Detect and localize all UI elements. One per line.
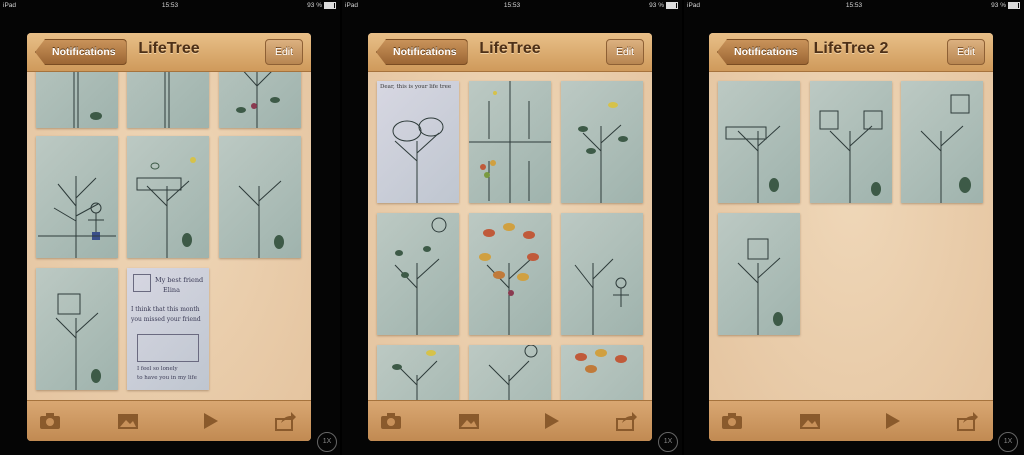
screen-1: iPad 15:53 93 % Notifications LifeTree E… bbox=[0, 0, 340, 455]
note-line: I feel so lonely bbox=[137, 366, 178, 372]
photo-thumbnail[interactable] bbox=[36, 136, 118, 258]
play-icon[interactable] bbox=[540, 411, 562, 431]
bottom-toolbar bbox=[27, 400, 311, 441]
navigation-bar: Notifications LifeTree Edit bbox=[368, 33, 652, 72]
edit-button[interactable]: Edit bbox=[265, 39, 303, 65]
photo-thumbnail[interactable]: Dear, this is your life tree bbox=[377, 81, 459, 203]
bottom-toolbar bbox=[368, 400, 652, 441]
screen-3: iPad 15:53 93 % Notifications LifeTree 2… bbox=[684, 0, 1024, 455]
clock: 15:53 bbox=[845, 2, 863, 9]
photo-thumbnail[interactable] bbox=[718, 213, 800, 335]
photo-thumbnail[interactable] bbox=[469, 345, 551, 401]
app-window: Notifications LifeTree Edit Dear, this i… bbox=[368, 33, 652, 441]
zoom-button[interactable]: 1X bbox=[317, 432, 337, 452]
photo-thumbnail[interactable] bbox=[219, 72, 301, 128]
camera-icon[interactable] bbox=[380, 411, 402, 431]
photo-thumbnail[interactable] bbox=[718, 81, 800, 203]
battery-icon bbox=[324, 1, 336, 9]
battery-percent: 93 % bbox=[307, 2, 322, 9]
app-window: Notifications LifeTree 2 Edit bbox=[709, 33, 993, 441]
hands-drawing bbox=[137, 334, 199, 362]
screen-2: iPad 15:53 93 % Notifications LifeTree E… bbox=[342, 0, 682, 455]
note-line: My best friend bbox=[155, 276, 204, 284]
camera-icon[interactable] bbox=[721, 411, 743, 431]
photo-thumbnail[interactable] bbox=[127, 136, 209, 258]
photo-thumbnail[interactable] bbox=[561, 213, 643, 335]
photo-thumbnail[interactable] bbox=[219, 136, 301, 258]
clock: 15:53 bbox=[503, 2, 521, 9]
photo-thumbnail[interactable] bbox=[561, 81, 643, 203]
battery-icon bbox=[1008, 1, 1020, 9]
photo-thumbnail[interactable] bbox=[810, 81, 892, 203]
photo-grid: Dear, this is your life tree bbox=[368, 72, 652, 401]
photo-thumbnail[interactable] bbox=[36, 268, 118, 390]
edit-button[interactable]: Edit bbox=[606, 39, 644, 65]
share-icon[interactable] bbox=[957, 411, 979, 431]
battery-indicator: 93 % bbox=[649, 0, 678, 12]
photo-thumbnail[interactable] bbox=[127, 72, 209, 128]
photo-thumbnail[interactable] bbox=[469, 81, 551, 203]
edit-button[interactable]: Edit bbox=[947, 39, 985, 65]
photo-frame-icon bbox=[133, 274, 151, 292]
note-line: you missed your friend bbox=[131, 316, 201, 323]
clock: 15:53 bbox=[161, 2, 179, 9]
message-thumbnail[interactable]: My best friend Elina I think that this m… bbox=[127, 268, 209, 390]
photo-thumbnail[interactable] bbox=[36, 72, 118, 128]
bottom-toolbar bbox=[709, 400, 993, 441]
battery-percent: 93 % bbox=[991, 2, 1006, 9]
photo-thumbnail[interactable] bbox=[901, 81, 983, 203]
play-icon[interactable] bbox=[199, 411, 221, 431]
play-icon[interactable] bbox=[881, 411, 903, 431]
photo-thumbnail[interactable] bbox=[377, 345, 459, 401]
app-window: Notifications LifeTree Edit My best frie… bbox=[27, 33, 311, 441]
photo-thumbnail[interactable] bbox=[561, 345, 643, 401]
photo-thumbnail[interactable] bbox=[469, 213, 551, 335]
navigation-bar: Notifications LifeTree Edit bbox=[27, 33, 311, 72]
status-bar: iPad 15:53 93 % bbox=[342, 0, 682, 12]
battery-indicator: 93 % bbox=[307, 0, 336, 12]
photo-icon[interactable] bbox=[458, 411, 480, 431]
battery-icon bbox=[666, 1, 678, 9]
photo-icon[interactable] bbox=[117, 411, 139, 431]
battery-percent: 93 % bbox=[649, 2, 664, 9]
zoom-button[interactable]: 1X bbox=[658, 432, 678, 452]
share-icon[interactable] bbox=[616, 411, 638, 431]
navigation-bar: Notifications LifeTree 2 Edit bbox=[709, 33, 993, 72]
photo-grid bbox=[709, 72, 993, 401]
photo-icon[interactable] bbox=[799, 411, 821, 431]
share-icon[interactable] bbox=[275, 411, 297, 431]
note-line: to have you in my life bbox=[137, 375, 197, 381]
camera-icon[interactable] bbox=[39, 411, 61, 431]
zoom-button[interactable]: 1X bbox=[998, 432, 1018, 452]
note-line: I think that this month bbox=[131, 306, 200, 313]
status-bar: iPad 15:53 93 % bbox=[684, 0, 1024, 12]
battery-indicator: 93 % bbox=[991, 0, 1020, 12]
note-line: Elina bbox=[163, 286, 180, 294]
status-bar: iPad 15:53 93 % bbox=[0, 0, 340, 12]
photo-grid: My best friend Elina I think that this m… bbox=[27, 72, 311, 401]
photo-caption: Dear, this is your life tree bbox=[380, 84, 452, 90]
photo-thumbnail[interactable] bbox=[377, 213, 459, 335]
